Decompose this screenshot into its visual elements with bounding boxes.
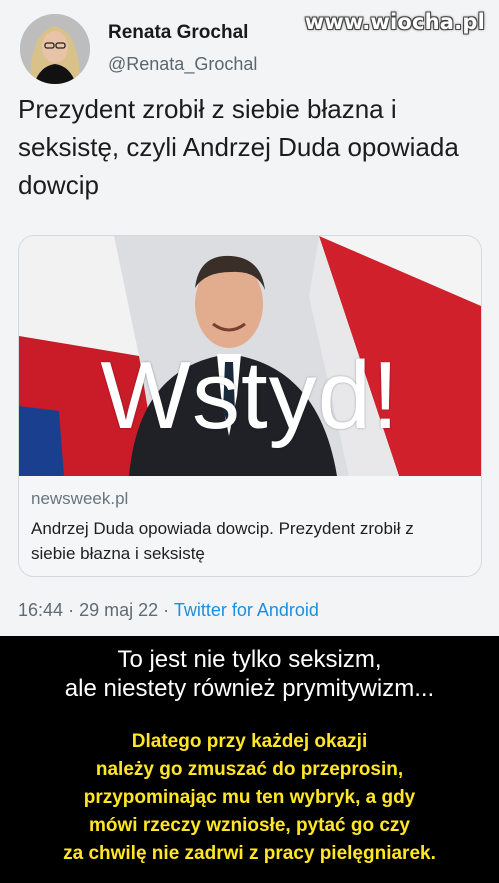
caption-line: To jest nie tylko seksizm, [117, 646, 382, 673]
card-title[interactable]: Andrzej Duda opowiada dowcip. Prezydent … [31, 516, 461, 566]
subcaption-line: przypominając mu ten wybryk, a gdy [83, 787, 416, 808]
subcaption-line: mówi rzeczy wzniosłe, pytać go czy [89, 815, 410, 836]
tweet-card[interactable]: www.wiocha.pl Renata Grochal @Renata_Gro… [0, 0, 499, 636]
watermark: www.wiocha.pl [304, 10, 485, 34]
tweet-meta: 16:44 · 29 maj 22 · Twitter for Android [18, 600, 319, 621]
subcaption-line: Dlatego przy każdej okazji [131, 731, 368, 752]
tweet-source-app[interactable]: Twitter for Android [174, 600, 319, 620]
meme-subcaption: Dlatego przy każdej okazji należy go zmu… [0, 728, 499, 868]
tweet-text: Prezydent zrobił z siebie błazna i seksi… [18, 94, 459, 200]
avatar-photo [20, 14, 90, 84]
link-preview-card[interactable]: Wstyd! newsweek.pl Andrzej Duda opowiada… [18, 235, 482, 577]
author-name[interactable]: Renata Grochal [108, 22, 248, 44]
caption-line: ale niestety również prymitywizm... [64, 675, 435, 702]
tweet-date: 29 maj 22 [79, 600, 159, 620]
tweet-time: 16:44 [18, 600, 64, 620]
meta-separator: · [68, 600, 80, 620]
meme-caption: To jest nie tylko seksizm, ale niestety … [0, 645, 499, 703]
author-handle[interactable]: @Renata_Grochal [108, 54, 257, 75]
image-overlay-text: Wstyd! [100, 342, 400, 449]
subcaption-line: za chwilę nie zadrwi z pracy pielęgniare… [63, 843, 436, 864]
avatar[interactable] [20, 14, 90, 84]
meta-separator: · [163, 600, 174, 620]
card-domain: newsweek.pl [31, 489, 129, 508]
subcaption-line: należy go zmuszać do przeprosin, [95, 759, 404, 780]
